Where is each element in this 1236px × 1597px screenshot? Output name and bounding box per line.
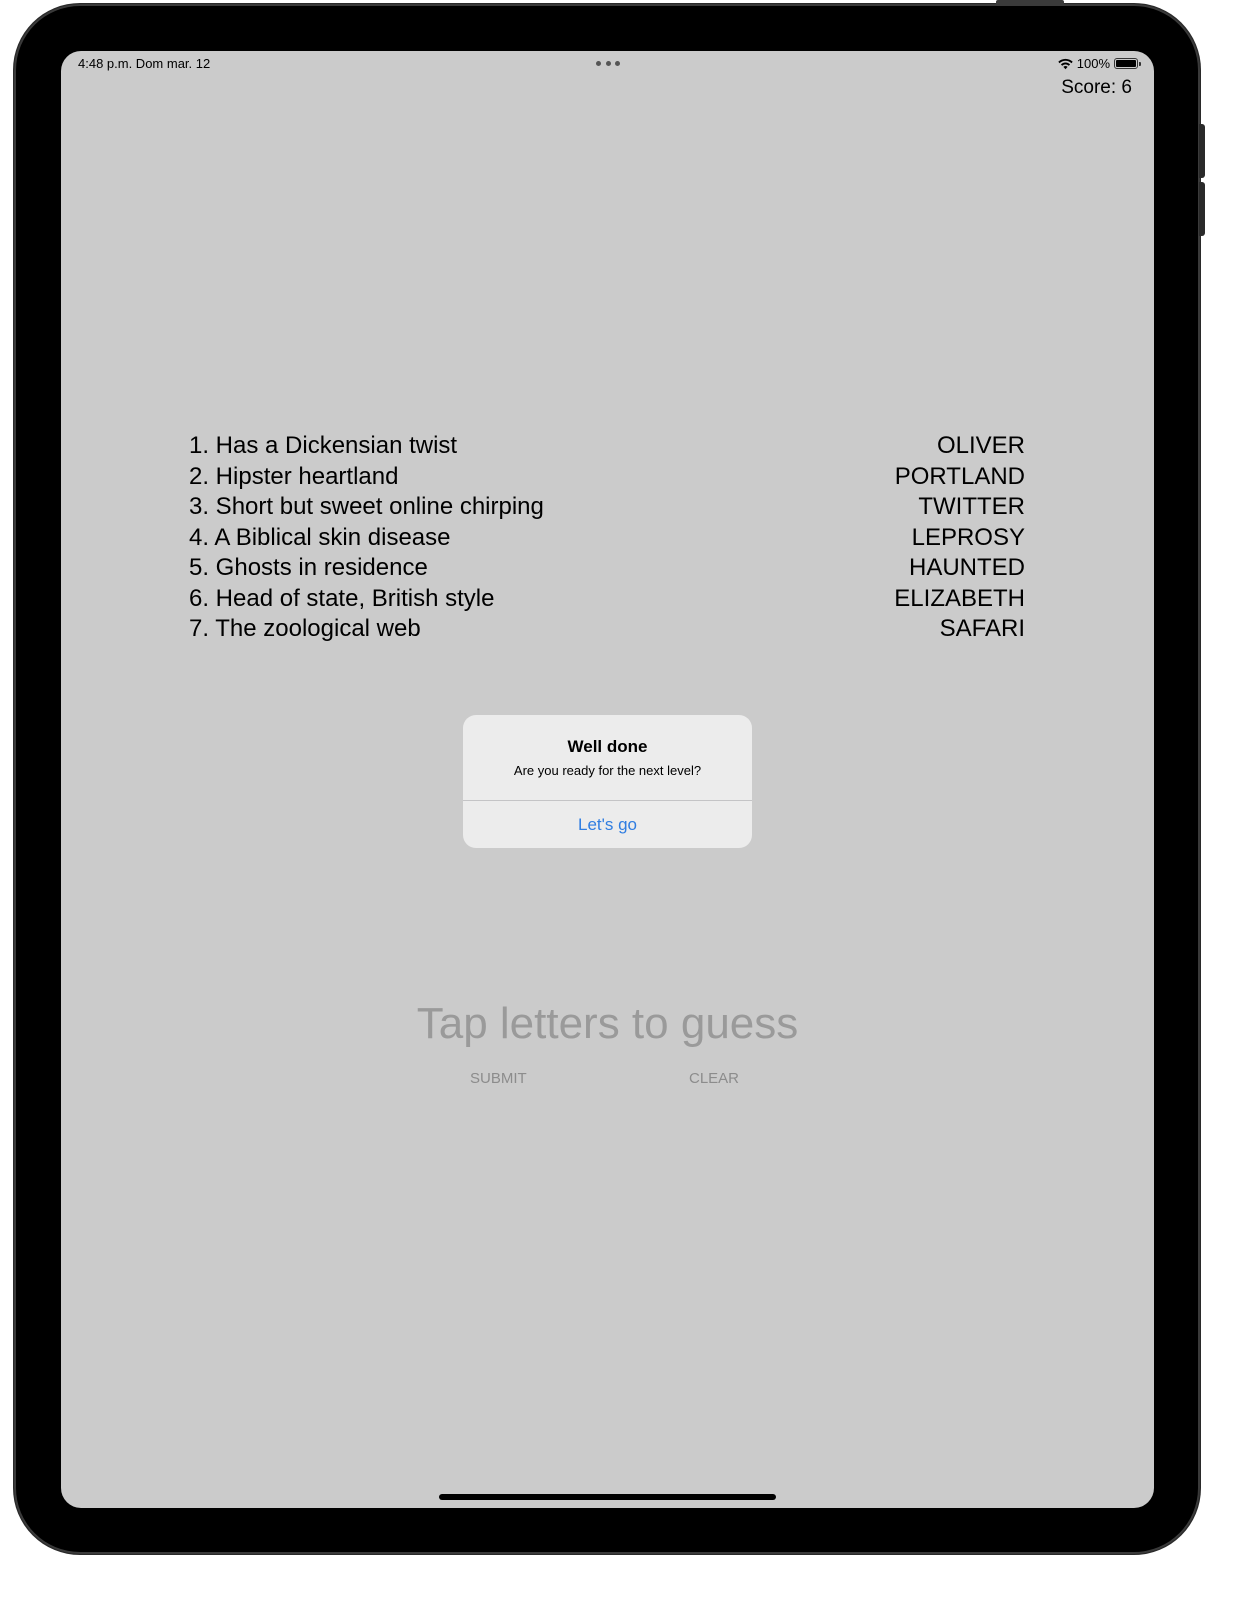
answer-item: PORTLAND [894,462,1025,490]
answer-item: SAFARI [939,615,1025,642]
clue-item: 1. Has a Dickensian twist [189,432,458,459]
status-time-date: 4:48 p.m. Dom mar. 12 [78,56,211,71]
home-indicator[interactable] [439,1494,776,1500]
battery-icon [1114,58,1141,69]
clue-item: 4. A Biblical skin disease [189,523,451,551]
answer-item: HAUNTED [908,554,1025,581]
guess-field: Tap letters to guess [416,999,799,1048]
clue-item: 5. Ghosts in residence [189,554,428,581]
answer-item: ELIZABETH [894,584,1025,612]
multitasking-dots-icon[interactable] [596,61,620,67]
status-right: 100% [1057,56,1141,71]
clue-item: 7. The zoological web [189,615,421,642]
answers-list: OLIVER PORTLAND TWITTER LEPROSY HAUNTED … [894,431,1025,645]
clues-list: 1. Has a Dickensian twist 2. Hipster hea… [189,431,544,645]
alert-message: Are you ready for the next level? [513,763,702,778]
volume-down-button [1199,182,1205,236]
submit-button[interactable]: SUBMIT [470,1070,527,1087]
lets-go-button[interactable]: Let's go [463,801,752,848]
score-label: Score: 6 [1061,77,1132,98]
level-complete-alert: Well done Are you ready for the next lev… [463,715,752,848]
answer-item: LEPROSY [911,523,1025,551]
answer-item: TWITTER [918,493,1025,520]
app-screen: 4:48 p.m. Dom mar. 12 100% Score: 6 1. H… [61,51,1154,1508]
clue-item: 6. Head of state, British style [189,584,495,612]
wifi-icon [1058,58,1073,70]
clear-button[interactable]: CLEAR [689,1070,739,1087]
battery-percentage: 100% [1076,56,1110,71]
clue-item: 3. Short but sweet online chirping [189,493,544,520]
clue-item: 2. Hipster heartland [189,462,399,490]
alert-title: Well done [567,737,648,756]
answer-item: OLIVER [936,432,1025,459]
volume-up-button [1199,124,1205,178]
top-button [996,0,1064,5]
